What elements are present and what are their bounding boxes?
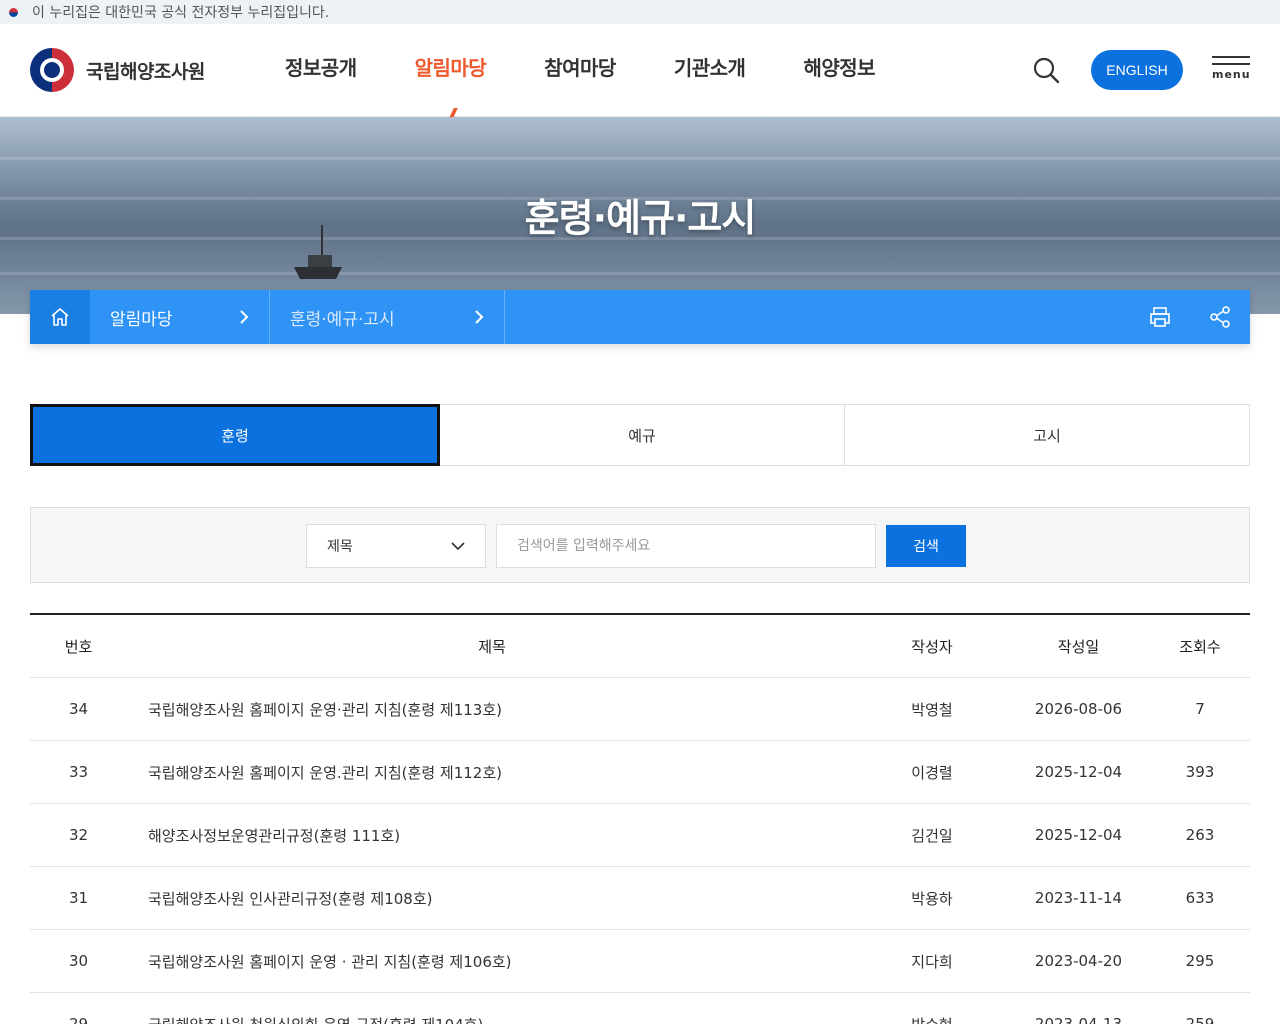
search-field-select[interactable]: 제목 [306,524,486,568]
search-icon[interactable] [1032,56,1060,84]
emblem-icon [30,48,74,92]
gov-banner-text: 이 누리집은 대한민국 공식 전자정부 누리집입니다. [32,5,330,21]
gov-banner: 이 누리집은 대한민국 공식 전자정부 누리집입니다. [0,0,1280,24]
row-writer: 박영철 [911,700,953,719]
table-row: 34 국립해양조사원 홈페이지 운영·관리 지침(훈령 제113호) 박영철 2… [30,678,1250,741]
header-views: 조회수 [1179,637,1221,656]
row-no: 30 [68,952,89,970]
table-header: 번호 제목 작성자 작성일 조회수 [30,615,1250,678]
tab-notice[interactable]: 고시 [845,405,1249,465]
row-no: 31 [68,889,89,907]
breadcrumb-level1-label: 알림마당 [110,309,173,330]
select-value: 제목 [327,539,353,555]
hamburger-menu-button[interactable]: menu [1212,56,1250,90]
print-icon [1150,307,1170,327]
table-row: 30 국립해양조사원 홈페이지 운영 · 관리 지침(훈령 제106호) 지다희… [30,930,1250,993]
row-views: 295 [1185,952,1215,970]
row-writer: 박용하 [911,889,953,908]
header-writer: 작성자 [911,637,953,656]
row-title-link[interactable]: 국립해양조사원 청원심의회 운영 규정(훈령 제104호) [148,1016,483,1024]
row-views: 633 [1185,889,1215,907]
breadcrumb-level2[interactable]: 훈령·예규·고시 [270,290,505,344]
table-row: 33 국립해양조사원 홈페이지 운영.관리 지침(훈령 제112호) 이경렬 2… [30,741,1250,804]
nav-ocean-info[interactable]: 해양정보 [803,52,875,81]
menu-bar-icon [1212,63,1250,65]
nav-about[interactable]: 기관소개 [674,52,746,81]
logo-text: 국립해양조사원 [86,60,205,83]
page-tools [1130,290,1250,344]
row-views: 7 [1195,700,1205,718]
page-title: 훈령·예규·고시 [524,196,757,240]
row-writer: 김건일 [911,826,953,845]
nav-participation[interactable]: 참여마당 [544,52,616,81]
chevron-down-icon [451,542,465,550]
row-writer: 이경렬 [911,763,953,782]
breadcrumb: 알림마당 훈령·예규·고시 [30,290,1250,344]
row-title-link[interactable]: 국립해양조사원 홈페이지 운영·관리 지침(훈령 제113호) [148,701,502,719]
site-logo[interactable]: 국립해양조사원 [30,48,205,92]
site-header: 국립해양조사원 정보공개 알림마당 참여마당 기관소개 해양정보 ENGLISH… [0,24,1280,117]
row-no: 32 [68,826,89,844]
chevron-right-icon [240,310,249,324]
row-no: 33 [68,763,89,781]
menu-bar-icon [1212,56,1250,58]
row-title-link[interactable]: 국립해양조사원 홈페이지 운영 · 관리 지침(훈령 제106호) [148,953,512,971]
row-date: 2023-11-14 [1034,889,1123,907]
row-title-link[interactable]: 국립해양조사원 인사관리규정(훈령 제108호) [148,890,432,908]
row-date: 2023-04-13 [1034,1015,1123,1024]
row-date: 2025-12-04 [1034,763,1123,781]
home-icon [51,308,69,326]
row-no: 29 [68,1015,89,1024]
table-row: 31 국립해양조사원 인사관리규정(훈령 제108호) 박용하 2023-11-… [30,867,1250,930]
search-input[interactable] [496,524,876,568]
home-button[interactable] [30,290,90,344]
korea-flag-icon [4,6,22,19]
header-title: 제목 [478,637,506,656]
row-views: 393 [1185,763,1215,781]
share-icon [1210,306,1230,328]
nav-info-disclosure[interactable]: 정보공개 [285,52,357,81]
row-date: 2025-12-04 [1034,826,1123,844]
main-nav: 정보공개 알림마당 참여마당 기관소개 해양정보 [285,52,933,81]
row-writer: 지다희 [911,952,953,971]
hero-banner: 훈령·예규·고시 [0,117,1280,314]
row-date: 2026-08-06 [1034,700,1123,718]
chevron-right-icon [475,310,484,324]
tab-regulation[interactable]: 예규 [440,405,845,465]
share-button[interactable] [1190,290,1250,344]
breadcrumb-level1[interactable]: 알림마당 [90,290,270,344]
breadcrumb-level2-label: 훈령·예규·고시 [290,309,395,330]
row-views: 259 [1185,1015,1215,1024]
row-views: 263 [1185,826,1215,844]
search-button[interactable]: 검색 [886,525,966,567]
table-row: 29 국립해양조사원 청원심의회 운영 규정(훈령 제104호) 박수현 202… [30,993,1250,1024]
nav-notice[interactable]: 알림마당 [415,52,487,81]
tab-directive[interactable]: 훈령 [30,404,440,466]
english-button[interactable]: ENGLISH [1091,50,1183,90]
menu-label: menu [1212,68,1251,81]
row-date: 2023-04-20 [1034,952,1123,970]
category-tabs: 훈령 예규 고시 [30,404,1250,466]
print-button[interactable] [1130,290,1190,344]
table-row: 32 해양조사정보운영관리규정(훈령 111호) 김건일 2025-12-04 … [30,804,1250,867]
header-no: 번호 [64,637,93,656]
board-search: 제목 검색 [30,507,1250,583]
board-table: 번호 제목 작성자 작성일 조회수 34 국립해양조사원 홈페이지 운영·관리 … [30,613,1250,1024]
row-writer: 박수현 [857,1014,1007,1024]
header-date: 작성일 [1057,637,1100,656]
row-no: 34 [68,700,89,718]
row-title-link[interactable]: 국립해양조사원 홈페이지 운영.관리 지침(훈령 제112호) [148,764,502,782]
row-title-link[interactable]: 해양조사정보운영관리규정(훈령 111호) [148,827,400,845]
